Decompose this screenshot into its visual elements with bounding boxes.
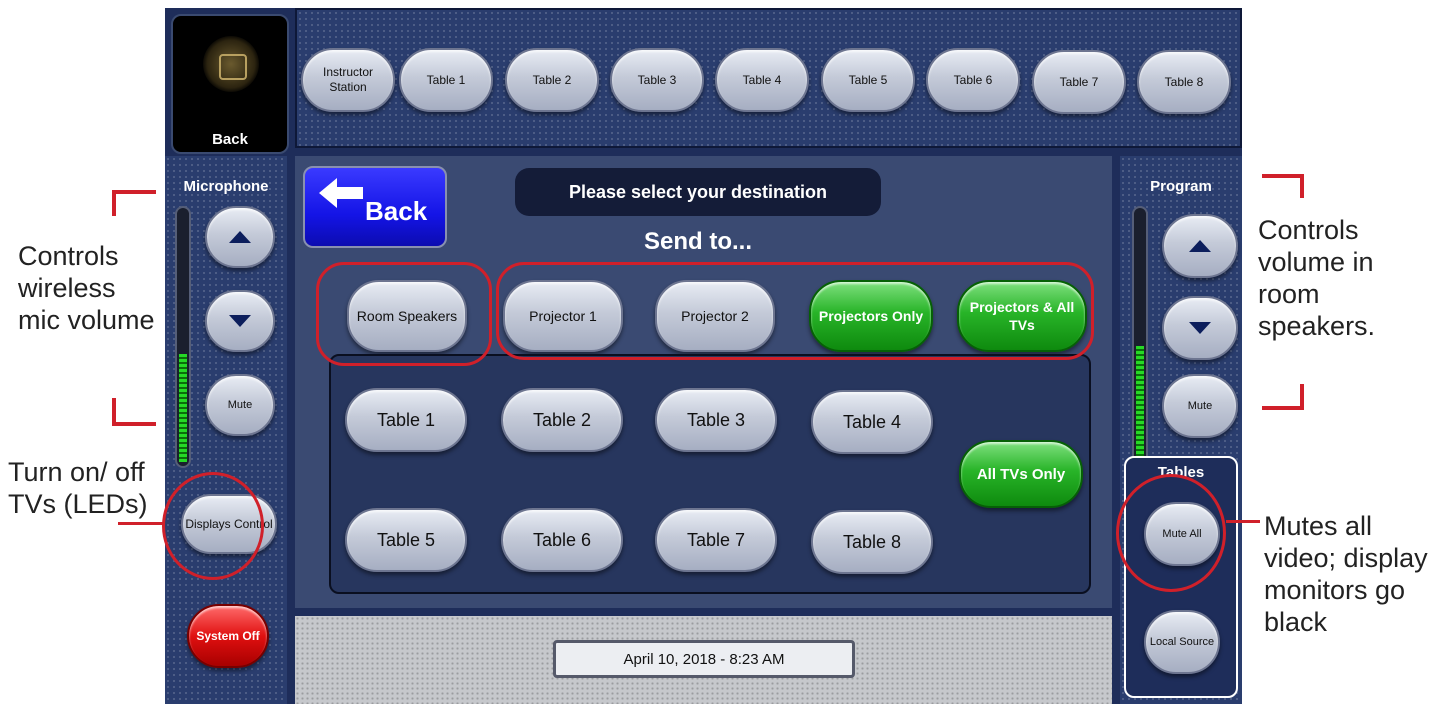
annotation-mic: Controls wireless mic volume: [18, 241, 155, 335]
tab-table-4[interactable]: Table 4: [715, 48, 809, 112]
annotation-tvs: Turn on/ off TVs (LEDs): [8, 457, 148, 519]
back-label: Back: [365, 196, 428, 226]
system-off-button[interactable]: System Off: [187, 604, 269, 668]
prog-bracket-top: [1262, 174, 1302, 178]
local-source-button[interactable]: Local Source: [1144, 610, 1220, 674]
prog-bracket-top-v: [1300, 174, 1304, 198]
arrow-up-icon: [229, 231, 251, 243]
program-title: Program: [1150, 178, 1212, 195]
arrow-down-icon: [229, 315, 251, 327]
mute-all-pointer-line: [1226, 520, 1260, 523]
program-mute-button[interactable]: Mute: [1162, 374, 1238, 438]
mic-bracket-top-v: [112, 190, 116, 216]
program-level-meter: [1132, 206, 1148, 468]
tvs-pointer-line: [118, 522, 164, 525]
destination-panel: Back Please select your destination Send…: [295, 156, 1112, 608]
microphone-title: Microphone: [183, 178, 269, 195]
tab-table-5[interactable]: Table 5: [821, 48, 915, 112]
arrow-up-icon: [1189, 240, 1211, 252]
dest-table-3-button[interactable]: Table 3: [655, 388, 777, 452]
program-volume-down-button[interactable]: [1162, 296, 1238, 360]
dest-table-1-button[interactable]: Table 1: [345, 388, 467, 452]
annotation-program: Controls volume in room speakers.: [1258, 215, 1376, 341]
highlight-room-speakers: [316, 262, 492, 366]
highlight-projectors: [496, 262, 1094, 360]
tab-table-8[interactable]: Table 8: [1137, 50, 1231, 114]
date-time-display: April 10, 2018 - 8:23 AM: [553, 640, 855, 678]
dest-table-7-button[interactable]: Table 7: [655, 508, 777, 572]
tab-table-2[interactable]: Table 2: [505, 48, 599, 112]
dest-table-8-button[interactable]: Table 8: [811, 510, 933, 574]
top-table-bar: Instructor Station Table 1 Table 2 Table…: [295, 8, 1242, 148]
tab-table-1[interactable]: Table 1: [399, 48, 493, 112]
all-tvs-only-button[interactable]: All TVs Only: [959, 440, 1083, 508]
highlight-displays-control: [162, 472, 264, 580]
tab-table-6[interactable]: Table 6: [926, 48, 1020, 112]
microphone-panel: Microphone Mute Displays Control System …: [165, 156, 287, 704]
tables-destination-box: Table 1 Table 2 Table 3 Table 4 All TVs …: [329, 354, 1091, 594]
logo-back-button[interactable]: Back: [171, 14, 289, 154]
program-level-fill: [1136, 345, 1144, 462]
logo-back-label: Back: [212, 131, 248, 148]
status-bar: April 10, 2018 - 8:23 AM: [295, 616, 1112, 704]
arrow-left-icon: [319, 178, 363, 208]
mic-bracket-top: [112, 190, 156, 194]
dest-table-2-button[interactable]: Table 2: [501, 388, 623, 452]
dest-table-4-button[interactable]: Table 4: [811, 390, 933, 454]
tab-table-7[interactable]: Table 7: [1032, 50, 1126, 114]
microphone-level-fill: [179, 353, 187, 462]
microphone-level-meter: [175, 206, 191, 468]
program-volume-up-button[interactable]: [1162, 214, 1238, 278]
arrow-down-icon: [1189, 322, 1211, 334]
tab-instructor-station[interactable]: Instructor Station: [301, 48, 395, 112]
send-to-label: Send to...: [644, 228, 752, 255]
prog-bracket-bottom: [1262, 406, 1304, 410]
emblem-icon: [203, 36, 259, 92]
dest-table-6-button[interactable]: Table 6: [501, 508, 623, 572]
highlight-mute-all: [1116, 474, 1226, 592]
mic-bracket-bottom-v: [112, 398, 116, 424]
mic-mute-button[interactable]: Mute: [205, 374, 275, 436]
dest-table-5-button[interactable]: Table 5: [345, 508, 467, 572]
destination-header: Please select your destination: [515, 168, 881, 216]
mic-volume-up-button[interactable]: [205, 206, 275, 268]
back-button[interactable]: Back: [303, 166, 447, 248]
program-panel: Program Mute Tables Mute All Local Sourc…: [1120, 156, 1242, 704]
annotation-mute-all: Mutes all video; display monitors go bla…: [1264, 511, 1428, 637]
mic-volume-down-button[interactable]: [205, 290, 275, 352]
tab-table-3[interactable]: Table 3: [610, 48, 704, 112]
mic-bracket-bottom: [112, 422, 156, 426]
